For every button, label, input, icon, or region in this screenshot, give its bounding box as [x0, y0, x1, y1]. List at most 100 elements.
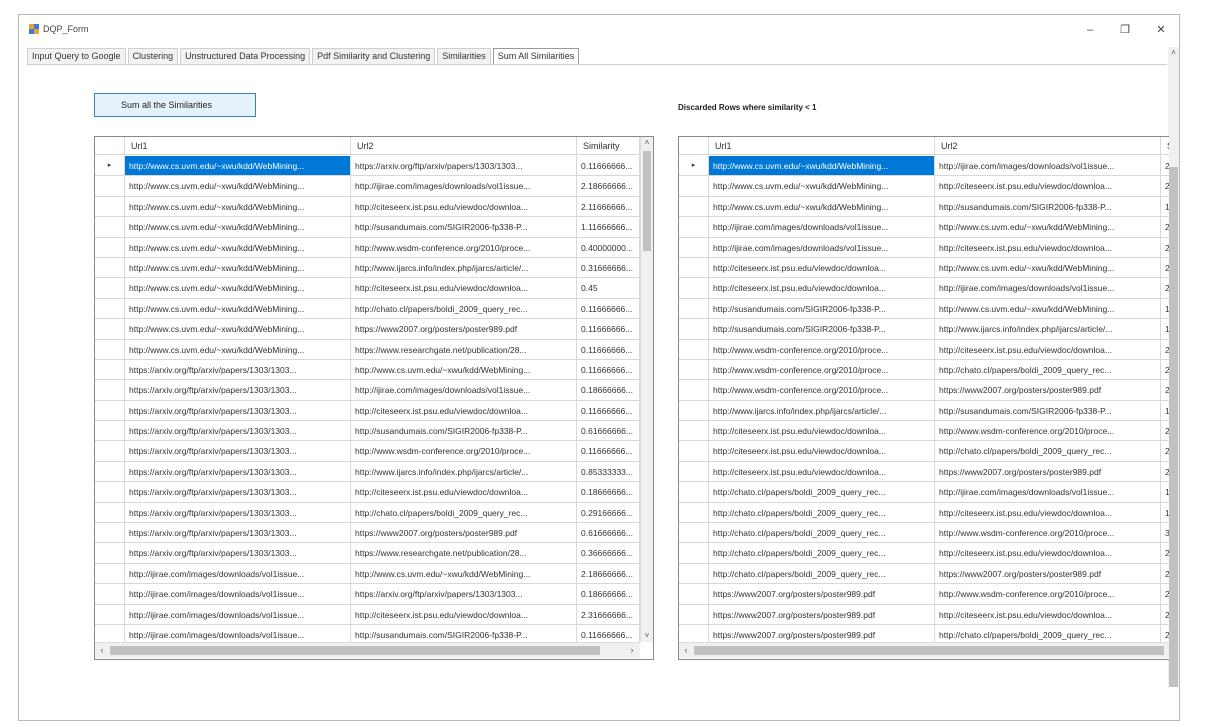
table-row[interactable]: http://citeseerx.ist.psu.edu/viewdoc/dow…: [679, 421, 1169, 442]
table-cell[interactable]: http://ijirae.com/images/downloads/vol1i…: [125, 604, 351, 625]
table-row[interactable]: http://www.cs.uvm.edu/~xwu/kdd/WebMining…: [95, 298, 640, 320]
row-indicator-icon[interactable]: [679, 400, 709, 422]
tab-pdf-similarity-and-clustering[interactable]: Pdf Similarity and Clustering: [312, 48, 436, 65]
table-row[interactable]: http://www.cs.uvm.edu/~xwu/kdd/WebMining…: [95, 217, 640, 238]
table-row[interactable]: http://ijirae.com/images/downloads/vol1i…: [95, 604, 640, 625]
table-cell[interactable]: http://www.cs.uvm.edu/~xwu/kdd/WebMining…: [935, 257, 1161, 279]
table-row[interactable]: http://susandumais.com/SIGIR2006-fp338-P…: [679, 298, 1169, 320]
table-row[interactable]: http://chato.cl/papers/boldi_2009_query_…: [679, 502, 1169, 524]
scroll-up-icon[interactable]: ˄: [641, 137, 653, 149]
table-cell[interactable]: 0.18666666...: [577, 584, 640, 605]
table-cell[interactable]: https://www2007.org/posters/poster989.pd…: [351, 523, 577, 544]
table-cell[interactable]: http://www.ijarcs.info/index.php/ijarcs/…: [351, 461, 577, 483]
row-indicator-icon[interactable]: [679, 217, 709, 238]
table-cell[interactable]: http://susandumais.com/SIGIR2006-fp338-P…: [709, 319, 935, 340]
table-row[interactable]: http://ijirae.com/images/downloads/vol1i…: [95, 563, 640, 585]
table-cell[interactable]: http://citeseerx.ist.psu.edu/viewdoc/dow…: [709, 421, 935, 442]
table-cell[interactable]: https://arxiv.org/ftp/arxiv/papers/1303/…: [125, 502, 351, 524]
table-cell[interactable]: http://citeseerx.ist.psu.edu/viewdoc/dow…: [351, 196, 577, 218]
table-cell[interactable]: 3: [1161, 523, 1169, 544]
table-cell[interactable]: http://chato.cl/papers/boldi_2009_query_…: [709, 523, 935, 544]
table-cell[interactable]: http://ijirae.com/images/downloads/vol1i…: [125, 563, 351, 585]
table-cell[interactable]: 1.11666666...: [577, 217, 640, 238]
row-indicator-icon[interactable]: [679, 339, 709, 360]
row-indicator-icon[interactable]: [95, 217, 125, 238]
table-cell[interactable]: 0.18666666...: [577, 380, 640, 401]
table-row[interactable]: http://www.cs.uvm.edu/~xwu/kdd/WebMining…: [95, 257, 640, 279]
table-row[interactable]: https://www2007.org/posters/poster989.pd…: [679, 584, 1169, 605]
table-cell[interactable]: 2: [1161, 441, 1169, 462]
table-cell[interactable]: https://arxiv.org/ftp/arxiv/papers/1303/…: [125, 359, 351, 381]
row-indicator-icon[interactable]: [679, 319, 709, 340]
column-header-url1[interactable]: Url1: [709, 137, 935, 155]
row-indicator-icon[interactable]: [679, 257, 709, 279]
table-cell[interactable]: 2: [1161, 360, 1169, 381]
row-indicator-icon[interactable]: [95, 461, 125, 483]
table-cell[interactable]: http://www.cs.uvm.edu/~xwu/kdd/WebMining…: [125, 196, 351, 218]
scroll-right-icon[interactable]: ›: [625, 643, 639, 658]
table-cell[interactable]: 2: [1161, 258, 1169, 279]
table-cell[interactable]: http://www.wsdm-conference.org/2010/proc…: [709, 380, 935, 401]
tab-clustering[interactable]: Clustering: [127, 48, 179, 65]
table-cell[interactable]: https://arxiv.org/ftp/arxiv/papers/1303/…: [125, 523, 351, 544]
table-row[interactable]: http://www.wsdm-conference.org/2010/proc…: [679, 359, 1169, 381]
row-indicator-icon[interactable]: [95, 278, 125, 299]
table-cell[interactable]: 2: [1161, 176, 1169, 197]
table-cell[interactable]: http://citeseerx.ist.psu.edu/viewdoc/dow…: [709, 461, 935, 483]
table-cell[interactable]: http://www.cs.uvm.edu/~xwu/kdd/WebMining…: [709, 156, 935, 177]
table-cell[interactable]: http://citeseerx.ist.psu.edu/viewdoc/dow…: [935, 604, 1161, 625]
table-cell[interactable]: 2: [1161, 278, 1169, 299]
table-cell[interactable]: http://chato.cl/papers/boldi_2009_query_…: [709, 482, 935, 503]
table-row[interactable]: http://chato.cl/papers/boldi_2009_query_…: [679, 482, 1169, 503]
table-cell[interactable]: http://susandumais.com/SIGIR2006-fp338-P…: [935, 400, 1161, 422]
table-cell[interactable]: http://citeseerx.ist.psu.edu/viewdoc/dow…: [935, 237, 1161, 258]
scroll-thumb[interactable]: [110, 646, 600, 655]
minimize-button[interactable]: –: [1079, 21, 1101, 39]
table-cell[interactable]: https://arxiv.org/ftp/arxiv/papers/1303/…: [351, 156, 577, 177]
table-cell[interactable]: 0.11666666...: [577, 319, 640, 340]
table-cell[interactable]: http://chato.cl/papers/boldi_2009_query_…: [935, 359, 1161, 381]
table-cell[interactable]: https://www2007.org/posters/poster989.pd…: [935, 461, 1161, 483]
table-row[interactable]: https://arxiv.org/ftp/arxiv/papers/1303/…: [95, 359, 640, 381]
table-row[interactable]: http://citeseerx.ist.psu.edu/viewdoc/dow…: [679, 441, 1169, 462]
table-cell[interactable]: https://arxiv.org/ftp/arxiv/papers/1303/…: [125, 400, 351, 422]
column-header-url1[interactable]: Url1: [125, 137, 351, 155]
table-cell[interactable]: 2.11666666...: [577, 196, 640, 218]
table-row[interactable]: https://arxiv.org/ftp/arxiv/papers/1303/…: [95, 441, 640, 462]
table-cell[interactable]: http://ijirae.com/images/downloads/vol1i…: [935, 482, 1161, 503]
row-indicator-icon[interactable]: [679, 298, 709, 320]
table-cell[interactable]: http://citeseerx.ist.psu.edu/viewdoc/dow…: [935, 502, 1161, 524]
table-cell[interactable]: http://chato.cl/papers/boldi_2009_query_…: [709, 543, 935, 564]
table-cell[interactable]: http://citeseerx.ist.psu.edu/viewdoc/dow…: [709, 441, 935, 462]
table-cell[interactable]: 0.36666666...: [577, 543, 640, 564]
table-row[interactable]: http://chato.cl/papers/boldi_2009_query_…: [679, 543, 1169, 564]
row-indicator-icon[interactable]: [95, 319, 125, 340]
table-cell[interactable]: 0.31666666...: [577, 257, 640, 279]
scroll-up-icon[interactable]: ˄: [1168, 47, 1179, 59]
row-indicator-icon[interactable]: [679, 441, 709, 462]
table-row[interactable]: http://www.cs.uvm.edu/~xwu/kdd/WebMining…: [95, 319, 640, 340]
table-cell[interactable]: 0.11666666...: [577, 441, 640, 462]
table-row[interactable]: https://arxiv.org/ftp/arxiv/papers/1303/…: [95, 421, 640, 442]
close-button[interactable]: ✕: [1150, 21, 1172, 39]
table-cell[interactable]: http://citeseerx.ist.psu.edu/viewdoc/dow…: [935, 176, 1161, 197]
table-cell[interactable]: http://www.wsdm-conference.org/2010/proc…: [351, 237, 577, 258]
table-cell[interactable]: https://arxiv.org/ftp/arxiv/papers/1303/…: [125, 441, 351, 462]
table-row[interactable]: http://susandumais.com/SIGIR2006-fp338-P…: [679, 319, 1169, 340]
table-row[interactable]: https://arxiv.org/ftp/arxiv/papers/1303/…: [95, 502, 640, 524]
table-cell[interactable]: 2: [1161, 605, 1169, 625]
table-row[interactable]: ▸ http://www.cs.uvm.edu/~xwu/kdd/WebMinin…: [95, 156, 640, 177]
table-cell[interactable]: 0.61666666...: [577, 523, 640, 544]
table-cell[interactable]: 0.61666666...: [577, 421, 640, 442]
table-cell[interactable]: http://www.wsdm-conference.org/2010/proc…: [709, 339, 935, 360]
table-cell[interactable]: https://arxiv.org/ftp/arxiv/papers/1303/…: [125, 380, 351, 401]
table-cell[interactable]: https://www2007.org/posters/poster989.pd…: [709, 584, 935, 605]
table-cell[interactable]: 2: [1161, 462, 1169, 483]
scroll-thumb[interactable]: [1169, 167, 1178, 687]
scroll-thumb[interactable]: [694, 646, 1164, 655]
maximize-button[interactable]: ❐: [1114, 21, 1136, 39]
row-indicator-icon[interactable]: [679, 278, 709, 299]
table-cell[interactable]: 1: [1161, 401, 1169, 422]
row-indicator-icon[interactable]: [95, 441, 125, 462]
row-indicator-icon[interactable]: [95, 400, 125, 422]
